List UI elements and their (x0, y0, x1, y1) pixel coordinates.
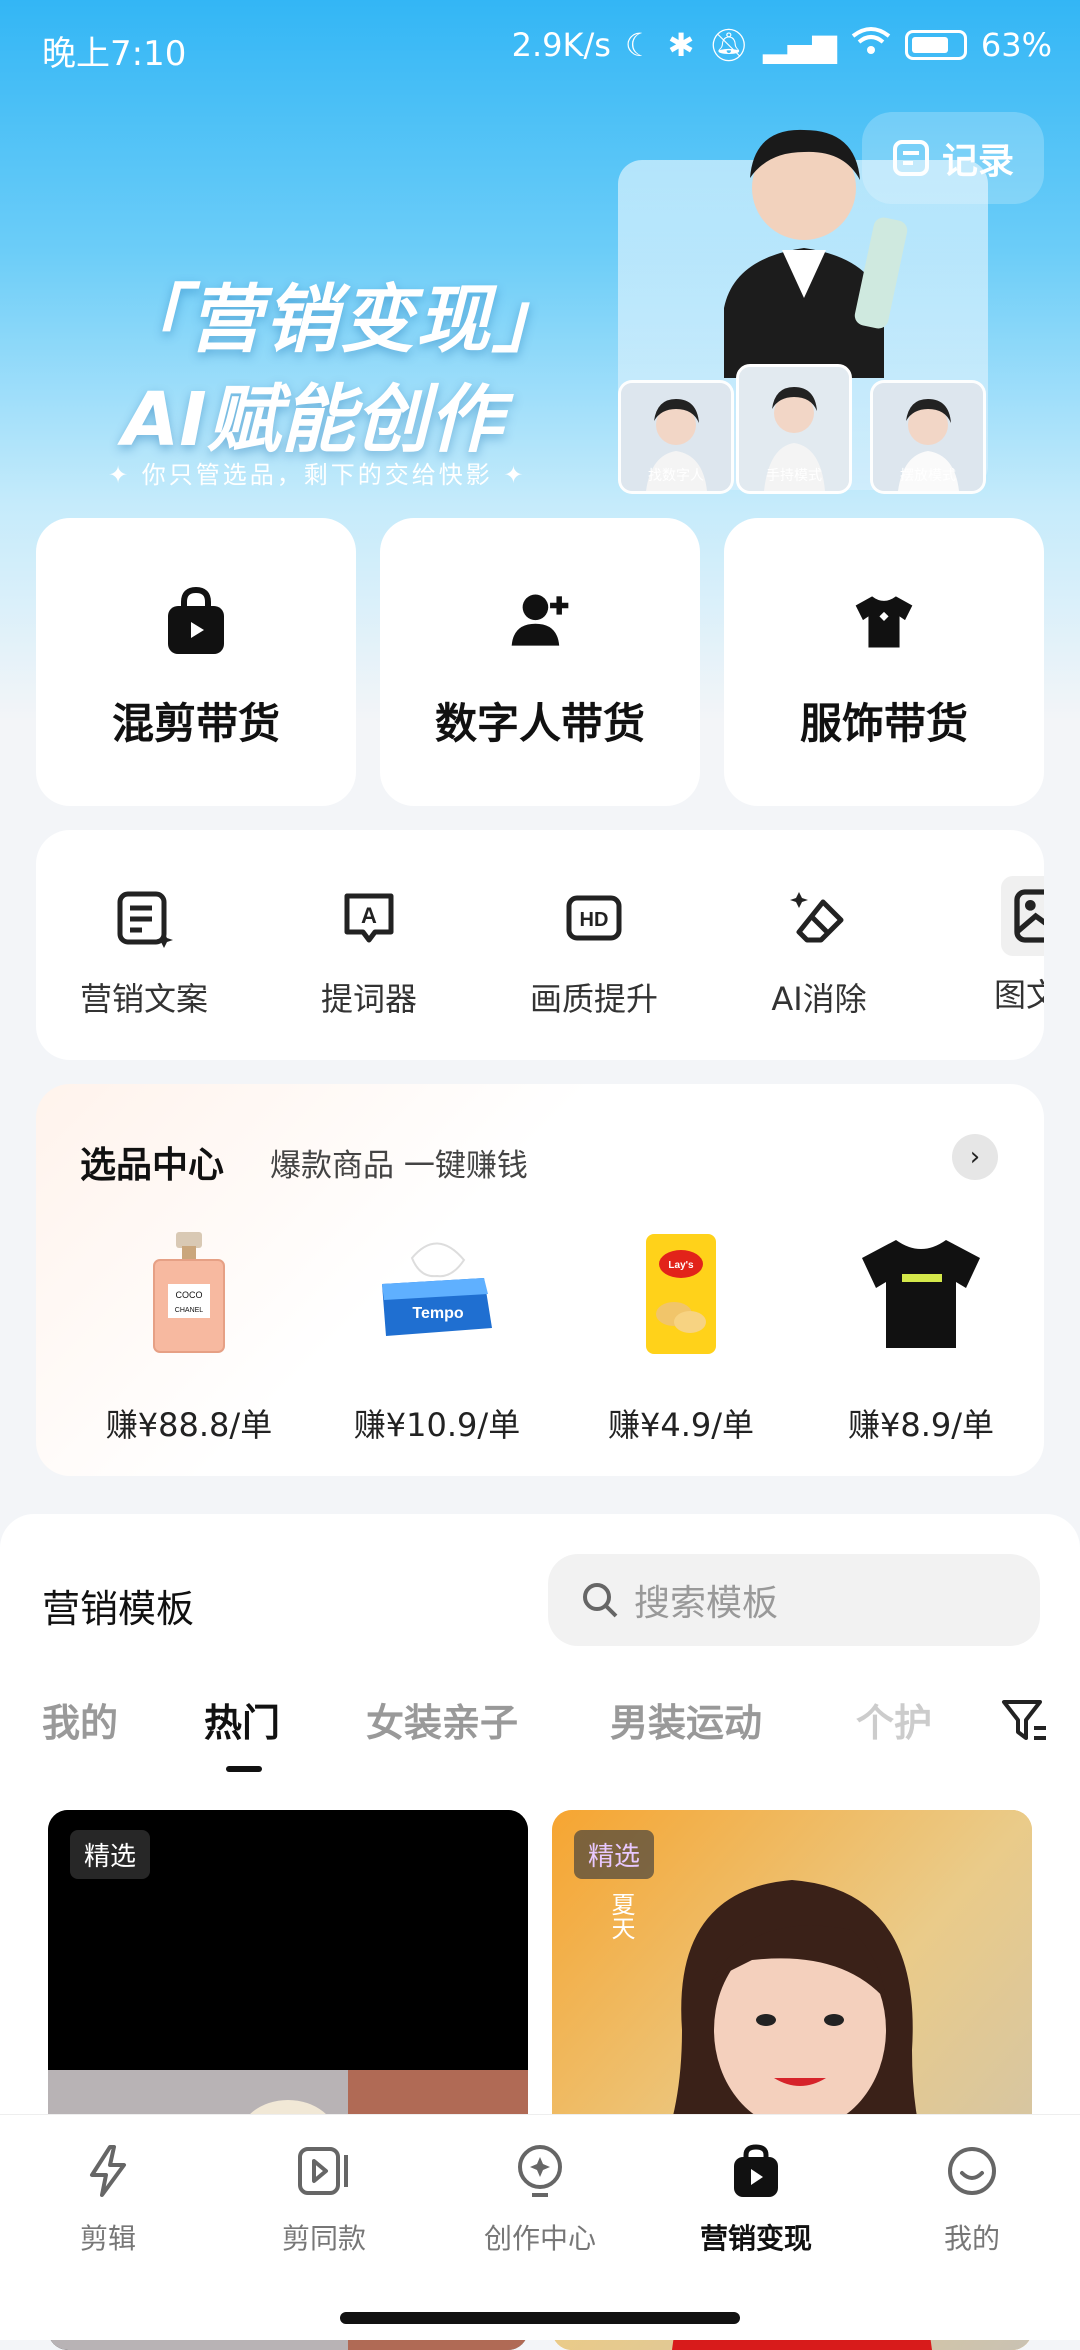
tool-label: AI消除 (771, 980, 867, 1018)
svg-text:HD: HD (580, 909, 609, 931)
battery-icon (904, 30, 967, 60)
nav-marketing[interactable]: 营销变现 (656, 2143, 856, 2257)
search-icon (583, 1583, 618, 1618)
search-placeholder: 搜索模板 (634, 1583, 779, 1624)
nav-profile[interactable]: 我的 (872, 2143, 1072, 2257)
svg-text:COCO: COCO (176, 1290, 203, 1300)
hero-title-line1: 「营销变现」 (112, 277, 568, 363)
product-price: 赚¥4.9/单 (607, 1406, 755, 1444)
home-indicator[interactable] (340, 2312, 740, 2324)
nav-same-style[interactable]: 剪同款 (224, 2143, 424, 2257)
wifi-icon (851, 26, 891, 64)
hero-thumb-label: 摆放模式 (900, 468, 956, 484)
template-overlay-text: 夏天 (607, 1892, 635, 1940)
nav-label: 剪辑 (79, 2222, 136, 2255)
hero-thumb-1: 找数字人 (618, 380, 734, 494)
product-price: 赚¥8.9/单 (847, 1406, 995, 1444)
svg-text:CHANEL: CHANEL (175, 1307, 204, 1314)
hero-thumb-label: 手持模式 (766, 468, 822, 484)
tab-personal-care[interactable]: 个护 (856, 1692, 932, 1747)
featured-tag: 精选 (574, 1830, 655, 1879)
template-search-input[interactable]: 搜索模板 (548, 1554, 1040, 1646)
hd-icon: HD (566, 895, 622, 941)
featured-tag: 精选 (70, 1830, 151, 1879)
teleprompter-icon: A (344, 893, 394, 943)
mute-bell-icon: 🔕︎ (708, 26, 750, 64)
bottom-navigation: 剪辑 剪同款 创作中心 营销变现 我的 (0, 2114, 1080, 2297)
chevron-right-icon[interactable]: › (952, 1134, 998, 1180)
nav-label: 营销变现 (699, 2222, 812, 2255)
nav-edit[interactable]: 剪辑 (8, 2143, 208, 2257)
hero-thumb-2: 手持模式 (736, 364, 852, 494)
tab-mine[interactable]: 我的 (42, 1692, 118, 1747)
nav-creation-center[interactable]: 创作中心 (440, 2143, 640, 2257)
card-label: 数字人带货 (434, 699, 645, 748)
svg-text:Lay's: Lay's (668, 1260, 694, 1271)
templates-title: 营销模板 (42, 1587, 195, 1631)
hero-presenter-image (724, 129, 908, 378)
product-perfume[interactable]: COCO CHANEL 赚¥88.8/单 (84, 1228, 294, 1446)
status-bar: 晚上7:10 2.9K/s ☾ ✱ 🔕︎ ▂▄▆ 63% (0, 0, 1080, 96)
lightning-icon (90, 2145, 126, 2197)
ai-eraser-icon (790, 892, 844, 943)
product-tshirt[interactable]: 赚¥8.9/单 (816, 1228, 1026, 1446)
battery-level: 63% (980, 26, 1052, 64)
mixcut-sales-card[interactable]: 混剪带货 (36, 518, 356, 806)
chips-image: Lay's (646, 1234, 716, 1354)
tool-marketing-copy[interactable]: 营销文案 (44, 888, 244, 1020)
selection-subtitle: 爆款商品 一键赚钱 (270, 1148, 528, 1184)
tool-image-text[interactable]: 图文营 (944, 876, 1044, 1016)
nav-label: 创作中心 (483, 2222, 596, 2255)
hero-thumb-3: 摆放模式 (870, 380, 986, 494)
tissue-image: Tempo (382, 1242, 492, 1336)
smile-face-icon (948, 2147, 996, 2195)
bluetooth-icon: ✱ (667, 26, 695, 64)
tshirt-image (862, 1240, 980, 1348)
tool-label: 提词器 (320, 980, 417, 1018)
perfume-image: COCO CHANEL (153, 1232, 225, 1353)
hero-title-line2: AI赋能创作 (122, 377, 503, 463)
product-tissue[interactable]: Tempo 赚¥10.9/单 (332, 1228, 542, 1446)
signal-icon: ▂▄▆ (763, 26, 837, 64)
add-person-icon (511, 594, 569, 646)
tab-hot[interactable]: 热门 (204, 1692, 280, 1747)
tab-women-kids[interactable]: 女装亲子 (366, 1692, 518, 1747)
network-speed: 2.9K/s (511, 26, 611, 64)
shopping-bag-play-icon (734, 2144, 778, 2197)
nav-label: 我的 (943, 2222, 1000, 2255)
tool-label: 营销文案 (79, 980, 208, 1018)
tshirt-icon (855, 596, 913, 648)
shopping-bag-icon (168, 586, 224, 654)
copywriting-icon (117, 891, 173, 948)
product-price: 赚¥88.8/单 (105, 1406, 273, 1444)
video-play-icon (298, 2147, 348, 2195)
selection-title: 选品中心 (80, 1145, 225, 1186)
image-text-icon (1001, 876, 1044, 956)
sparkle-icon (518, 2145, 562, 2197)
tools-row: 营销文案 A 提词器 HD 画质提升 AI消除 图文营 (36, 830, 1044, 1060)
status-time: 晚上7:10 (42, 34, 187, 74)
svg-text:A: A (361, 903, 377, 928)
template-tabs: 我的 热门 女装亲子 男装运动 个护 (0, 1692, 1080, 1772)
hero-thumb-label: 找数字人 (648, 468, 704, 484)
product-price: 赚¥10.9/单 (353, 1406, 521, 1444)
active-tab-indicator (226, 1766, 262, 1772)
moon-icon: ☾ (624, 26, 654, 64)
nav-label: 剪同款 (281, 2222, 366, 2255)
tool-quality-enhance[interactable]: HD 画质提升 (494, 888, 694, 1020)
apparel-sales-card[interactable]: 服饰带货 (724, 518, 1044, 806)
card-label: 服饰带货 (799, 699, 968, 748)
tool-label: 图文营 (994, 976, 1044, 1014)
tool-ai-erase[interactable]: AI消除 (719, 888, 919, 1020)
svg-text:Tempo: Tempo (412, 1305, 463, 1322)
selection-center-card[interactable]: 选品中心 爆款商品 一键赚钱 › COCO CHANEL 赚¥88.8/单 Te… (36, 1084, 1044, 1476)
tool-teleprompter[interactable]: A 提词器 (269, 888, 469, 1020)
tool-label: 画质提升 (529, 980, 658, 1018)
digital-human-sales-card[interactable]: 数字人带货 (380, 518, 700, 806)
tab-men-sports[interactable]: 男装运动 (610, 1692, 762, 1747)
hero-subtitle: ✦ 你只管选品，剩下的交给快影 ✦ (108, 461, 527, 489)
card-label: 混剪带货 (111, 699, 280, 748)
product-chips[interactable]: Lay's 赚¥4.9/单 (576, 1228, 786, 1446)
filter-icon[interactable] (1000, 1696, 1050, 1746)
